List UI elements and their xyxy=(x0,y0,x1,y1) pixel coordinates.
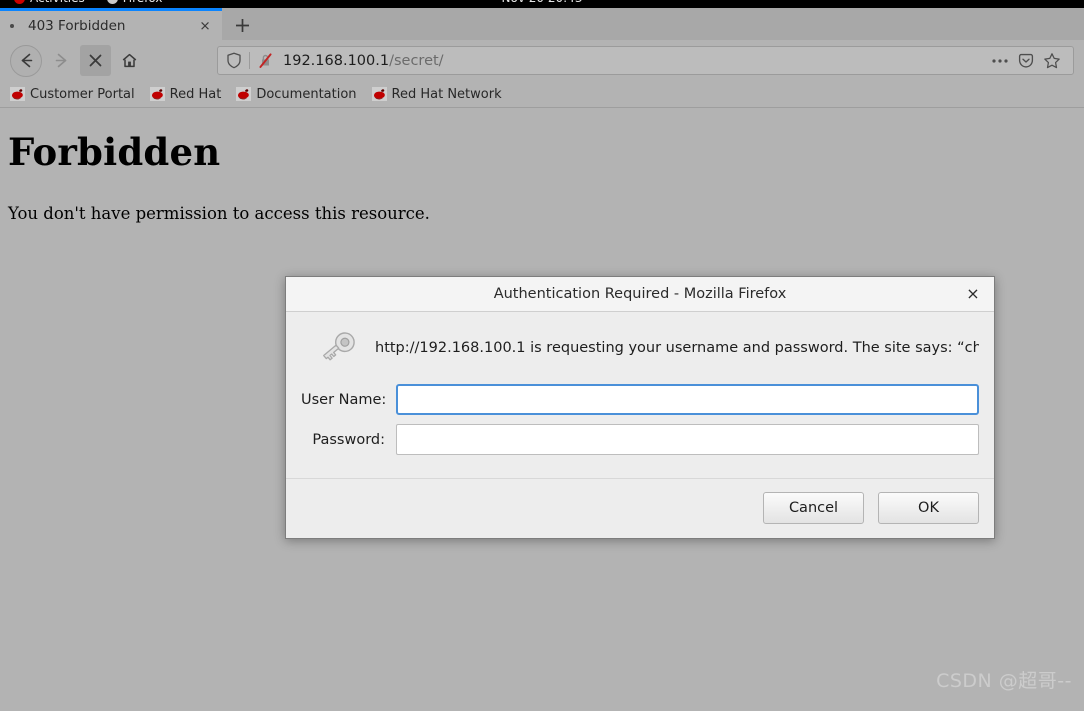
authentication-dialog: Authentication Required - Mozilla Firefo… xyxy=(285,276,995,539)
password-row: Password: xyxy=(301,424,979,455)
tab-favicon-icon xyxy=(10,23,14,28)
dialog-title: Authentication Required - Mozilla Firefo… xyxy=(493,286,787,302)
dialog-message-row: http://192.168.100.1 is requesting your … xyxy=(301,328,979,368)
address-bar[interactable]: 192.168.100.1/secret/ xyxy=(217,46,1074,75)
desktop-clock[interactable]: Nov 20 20:43 xyxy=(0,0,1084,5)
url-text[interactable]: 192.168.100.1/secret/ xyxy=(283,53,987,69)
url-host: 192.168.100.1 xyxy=(283,52,390,69)
tracking-protection-shield-icon[interactable] xyxy=(226,52,242,69)
plus-icon xyxy=(235,19,249,32)
broken-lock-glyph xyxy=(259,53,272,68)
cancel-button[interactable]: Cancel xyxy=(763,492,864,524)
key-glyph xyxy=(323,332,355,361)
tab-strip: 403 Forbidden × xyxy=(0,8,1084,40)
shadowman-glyph xyxy=(236,87,252,101)
urlbar-separator xyxy=(249,52,250,69)
dialog-message: http://192.168.100.1 is requesting your … xyxy=(375,340,979,356)
navigation-toolbar: 192.168.100.1/secret/ xyxy=(0,40,1084,81)
username-row: User Name: xyxy=(301,384,979,415)
url-path: /secret/ xyxy=(389,52,444,69)
bookmark-star-icon[interactable] xyxy=(1039,49,1065,73)
broken-lock-icon[interactable] xyxy=(257,52,274,69)
dialog-body: http://192.168.100.1 is requesting your … xyxy=(286,312,994,478)
home-icon xyxy=(122,53,137,68)
shadowman-glyph xyxy=(149,87,165,101)
bookmark-label: Documentation xyxy=(256,86,357,102)
shadowman-glyph xyxy=(10,87,25,101)
tab-title: 403 Forbidden xyxy=(28,17,126,34)
ellipsis-icon xyxy=(992,58,1008,63)
stop-loading-button[interactable] xyxy=(80,45,111,76)
desktop-top-bar: Activities Firefox Nov 20 20:43 xyxy=(0,0,1084,8)
redhat-shadowman-icon xyxy=(371,87,387,101)
key-icon xyxy=(301,328,375,368)
star-glyph xyxy=(1044,52,1060,68)
tab-403-forbidden[interactable]: 403 Forbidden × xyxy=(0,8,222,40)
page-actions-icon[interactable] xyxy=(987,49,1013,73)
bookmark-label: Red Hat Network xyxy=(391,86,502,102)
dialog-close-icon[interactable]: × xyxy=(962,283,984,305)
password-label: Password: xyxy=(312,431,385,448)
new-tab-button[interactable] xyxy=(222,11,262,40)
username-input[interactable] xyxy=(396,384,979,415)
forward-button[interactable] xyxy=(46,45,77,76)
pocket-icon[interactable] xyxy=(1013,49,1039,73)
redhat-shadowman-icon xyxy=(10,87,25,101)
shield-glyph xyxy=(227,52,241,69)
pocket-glyph xyxy=(1018,53,1034,68)
redhat-shadowman-icon xyxy=(236,87,252,101)
page-body-text: You don't have permission to access this… xyxy=(8,204,430,223)
bookmark-documentation[interactable]: Documentation xyxy=(236,86,357,102)
dialog-footer: Cancel OK xyxy=(286,478,994,538)
shadowman-glyph xyxy=(371,87,387,101)
page-title: Forbidden xyxy=(8,130,221,174)
arrow-left-icon xyxy=(21,53,32,68)
password-input[interactable] xyxy=(396,424,979,455)
firefox-window: 403 Forbidden × 192.168.100.1/secret/ Cu… xyxy=(0,8,1084,711)
bookmark-red-hat[interactable]: Red Hat xyxy=(149,86,222,102)
bookmark-label: Customer Portal xyxy=(30,86,135,102)
bookmark-red-hat-network[interactable]: Red Hat Network xyxy=(371,86,502,102)
username-label: User Name: xyxy=(301,391,387,408)
close-x-icon xyxy=(89,54,102,67)
arrow-right-icon xyxy=(55,53,67,68)
watermark: CSDN @超哥-- xyxy=(936,670,1072,692)
bookmarks-toolbar: Customer Portal Red Hat Documentation Re… xyxy=(0,81,1084,108)
bookmark-label: Red Hat xyxy=(169,86,222,102)
back-button[interactable] xyxy=(10,44,42,77)
redhat-shadowman-icon xyxy=(149,87,165,101)
bookmark-customer-portal[interactable]: Customer Portal xyxy=(10,87,135,102)
tab-close-icon[interactable]: × xyxy=(194,15,216,37)
ok-button[interactable]: OK xyxy=(878,492,979,524)
dialog-titlebar: Authentication Required - Mozilla Firefo… xyxy=(286,277,994,312)
home-button[interactable] xyxy=(114,45,145,76)
